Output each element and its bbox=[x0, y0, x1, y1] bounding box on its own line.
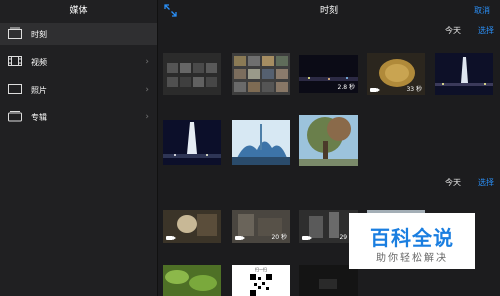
greens-image bbox=[163, 265, 221, 296]
sidebar-item-label: 视频 bbox=[31, 57, 47, 67]
section-date: 今天 bbox=[445, 26, 461, 35]
video-camera-icon bbox=[166, 236, 176, 240]
album-icon bbox=[8, 111, 22, 122]
video-camera-icon bbox=[302, 236, 312, 240]
sidebar-item-label: 照片 bbox=[31, 85, 47, 95]
chevron-right-icon: › bbox=[145, 112, 149, 122]
thumbnail[interactable]: 扫一扫 bbox=[232, 265, 290, 296]
sidebar-item-video[interactable]: 视频 › bbox=[0, 51, 157, 73]
select-button[interactable]: 选择 bbox=[478, 25, 494, 36]
thumbnail[interactable] bbox=[435, 53, 493, 95]
chevron-right-icon: › bbox=[145, 57, 149, 67]
sidebar-item-albums[interactable]: 专辑 › bbox=[0, 106, 157, 128]
sidebar-item-label: 时刻 bbox=[31, 29, 47, 39]
sidebar-item-moments[interactable]: 时刻 bbox=[0, 23, 157, 45]
thumbnail[interactable] bbox=[232, 120, 290, 165]
page-title: 时刻 bbox=[319, 6, 338, 16]
watermark-logo: 百科全说 助你轻松解决 bbox=[349, 213, 475, 269]
tree-image bbox=[299, 115, 358, 166]
qr-caption: 扫一扫 bbox=[255, 267, 267, 272]
blue-tree-image bbox=[232, 120, 290, 165]
thumbnail[interactable] bbox=[163, 210, 221, 243]
top-bar: 时刻 取消 bbox=[158, 0, 500, 22]
sidebar-item-photos[interactable]: 照片 › bbox=[0, 79, 157, 101]
video-camera-icon bbox=[370, 88, 380, 92]
thumbnail[interactable] bbox=[163, 53, 221, 95]
dark-image bbox=[299, 265, 358, 296]
video-camera-icon bbox=[235, 236, 245, 240]
sidebar-item-label: 专辑 bbox=[31, 112, 47, 122]
photo-icon bbox=[8, 84, 22, 94]
thumbnail[interactable]: 2.8 秒 bbox=[299, 55, 358, 93]
fountain-lake-image bbox=[163, 120, 221, 165]
thumbnail[interactable] bbox=[163, 120, 221, 165]
watermark-title: 百科全说 bbox=[370, 226, 454, 250]
fountain-night-image bbox=[435, 53, 493, 95]
media-sidebar: 媒体 时刻 视频 › 照片 › 专辑 › bbox=[0, 0, 158, 296]
thumbnail[interactable] bbox=[232, 53, 290, 95]
thumbnail[interactable]: 20 秒 bbox=[232, 210, 290, 243]
thumbnail[interactable]: 33 秒 bbox=[367, 53, 425, 95]
video-duration: 20 秒 bbox=[271, 234, 287, 241]
app-grid-image bbox=[163, 53, 221, 95]
select-button[interactable]: 选择 bbox=[478, 177, 494, 188]
film-icon bbox=[8, 56, 22, 66]
sidebar-title: 媒体 bbox=[69, 6, 88, 16]
photo-grid-image bbox=[232, 53, 290, 95]
thumbnail[interactable] bbox=[163, 265, 221, 296]
video-duration: 2.8 秒 bbox=[337, 84, 355, 91]
thumbnail[interactable] bbox=[299, 115, 358, 166]
section-date: 今天 bbox=[445, 178, 461, 187]
chevron-right-icon: › bbox=[145, 85, 149, 95]
moments-view: 时刻 取消 今天 选择 2.8 秒 33 秒 今天 选择 20 秒 29 秒 扫… bbox=[158, 0, 500, 296]
watermark-subtitle: 助你轻松解决 bbox=[376, 253, 448, 264]
moments-icon bbox=[8, 27, 22, 39]
thumbnail[interactable] bbox=[299, 265, 358, 296]
cancel-button[interactable]: 取消 bbox=[474, 0, 490, 22]
video-duration: 33 秒 bbox=[406, 86, 422, 93]
